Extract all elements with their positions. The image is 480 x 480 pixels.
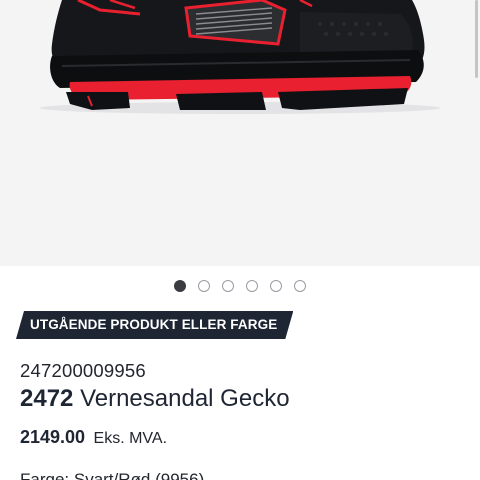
product-color-line: Farge: Svart/Rød (9956) [20, 470, 205, 480]
carousel-dot-6[interactable] [294, 280, 306, 292]
status-badge-container: UTGÅENDE PRODUKT ELLER FARGE [16, 311, 293, 339]
product-image[interactable] [0, 0, 480, 266]
carousel-dot-1[interactable] [174, 280, 186, 292]
carousel-dot-4[interactable] [246, 280, 258, 292]
image-carousel-indicators [0, 280, 480, 294]
carousel-dot-3[interactable] [222, 280, 234, 292]
product-sku: 247200009956 [20, 360, 146, 381]
product-model-number: 2472 [20, 385, 74, 412]
product-name: Vernesandal Gecko [80, 385, 290, 412]
product-title: 2472 Vernesandal Gecko [20, 385, 290, 413]
carousel-dot-2[interactable] [198, 280, 210, 292]
price-vat-note: Eks. MVA. [93, 430, 168, 447]
status-badge: UTGÅENDE PRODUKT ELLER FARGE [16, 311, 293, 339]
carousel-dot-5[interactable] [270, 280, 282, 292]
shoe-image [40, 0, 440, 114]
product-price: 2149.00 [20, 427, 86, 447]
price-row: 2149.00 Eks. MVA. [20, 427, 167, 448]
scrollbar-thumb[interactable] [475, 0, 478, 78]
